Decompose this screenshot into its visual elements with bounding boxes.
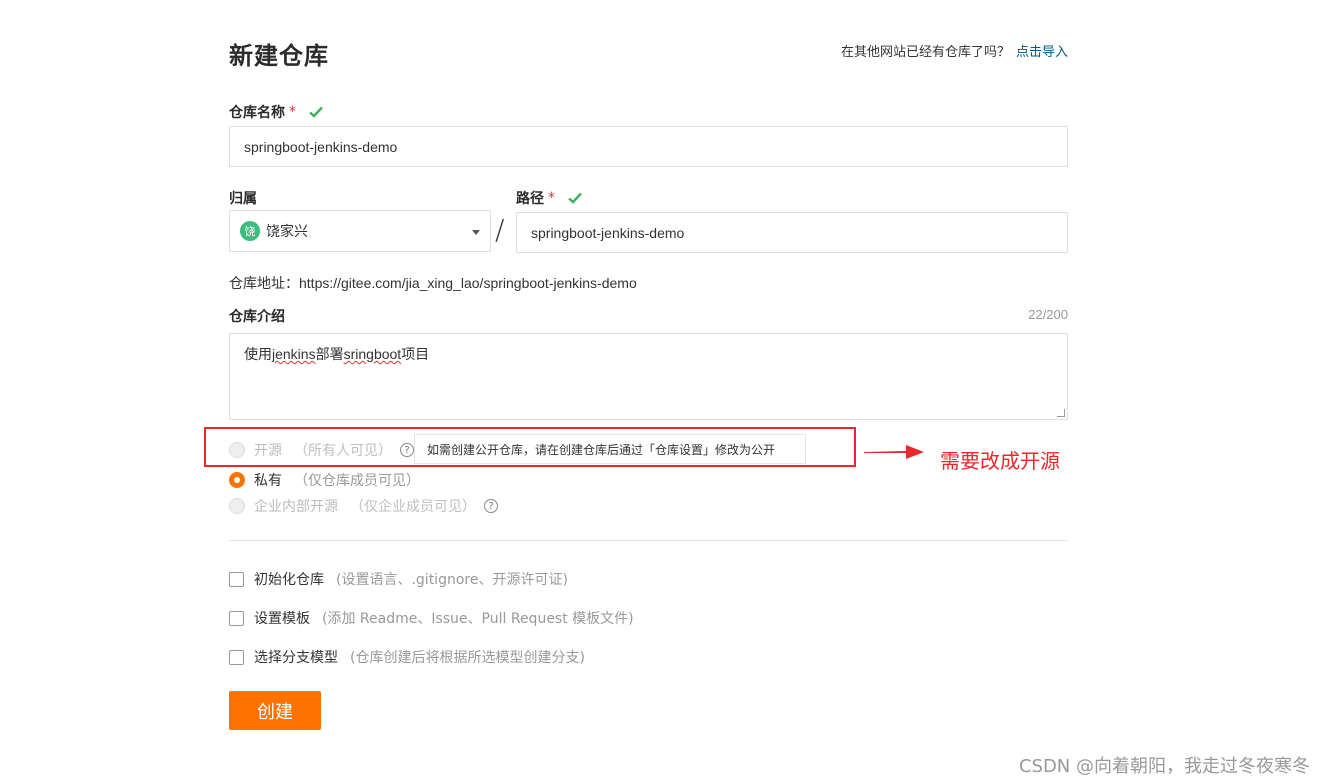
visibility-option-private[interactable]: 私有 （仅仓库成员可见） (229, 470, 420, 490)
option-hint: (设置语言、.gitignore、开源许可证) (336, 572, 568, 588)
checkbox[interactable] (229, 571, 244, 587)
required-mark: * (289, 104, 296, 120)
description-text: 使用 (244, 346, 272, 362)
annotation-highlight-box (204, 427, 856, 467)
option-hint: （仅企业成员可见） (350, 499, 476, 515)
create-button[interactable]: 创建 (229, 691, 321, 730)
import-text: 在其他网站已经有仓库了吗？ (840, 45, 1010, 60)
annotation-text: 需要改成开源 (940, 449, 1060, 473)
option-label: 选择分支模型 (254, 650, 338, 666)
repo-name-label: 仓库名称 * (229, 102, 324, 122)
option-init-repo[interactable]: 初始化仓库 (设置语言、.gitignore、开源许可证) (229, 569, 568, 589)
description-textarea[interactable]: 使用jenkins部署sringboot项目 (229, 333, 1068, 420)
path-separator: / (495, 213, 505, 246)
visibility-option-enterprise[interactable]: 企业内部开源 （仅企业成员可见） ? (229, 496, 498, 516)
import-link[interactable]: 点击导入 (1016, 45, 1068, 60)
page-title: 新建仓库 (229, 42, 329, 70)
radio-private[interactable] (229, 472, 245, 488)
path-label: 路径 * (516, 188, 583, 208)
resize-handle[interactable] (1057, 409, 1065, 417)
owner-label: 归属 (229, 191, 257, 207)
check-icon (309, 106, 323, 118)
option-hint: (仓库创建后将根据所选模型创建分支) (350, 650, 585, 666)
repo-address-value: https://gitee.com/jia_xing_lao/springboo… (299, 275, 637, 291)
description-label: 仓库介绍 (229, 309, 285, 325)
checkbox[interactable] (229, 649, 244, 665)
description-counter: 22/200 (1028, 307, 1068, 322)
option-label: 私有 (254, 473, 282, 489)
option-template[interactable]: 设置模板 (添加 Readme、Issue、Pull Request 模板文件) (229, 608, 634, 628)
owner-select[interactable]: 饶 饶家兴 (229, 210, 491, 252)
path-label-text: 路径 (516, 191, 544, 207)
avatar: 饶 (240, 221, 260, 241)
divider (229, 540, 1068, 541)
owner-value: 饶家兴 (266, 223, 308, 239)
caret-down-icon (472, 230, 480, 235)
option-hint: （仅仓库成员可见） (294, 473, 420, 489)
import-prompt: 在其他网站已经有仓库了吗？ 点击导入 (841, 41, 1068, 60)
description-text: sringboot (343, 346, 402, 362)
question-icon[interactable]: ? (484, 499, 498, 513)
required-mark: * (548, 190, 555, 206)
description-text: jenkins (272, 346, 316, 362)
option-label: 企业内部开源 (254, 499, 338, 515)
option-hint: (添加 Readme、Issue、Pull Request 模板文件) (322, 611, 634, 627)
option-label: 初始化仓库 (254, 572, 324, 588)
option-label: 设置模板 (254, 611, 310, 627)
radio-enterprise[interactable] (229, 498, 245, 514)
option-branch-model[interactable]: 选择分支模型 (仓库创建后将根据所选模型创建分支) (229, 647, 585, 667)
watermark: CSDN @向着朝阳，我走过冬夜寒冬 (1018, 756, 1310, 777)
description-text: 项目 (401, 346, 430, 362)
check-icon (568, 192, 582, 204)
description-text: 部署 (315, 346, 344, 362)
path-input[interactable]: springboot-jenkins-demo (516, 212, 1068, 253)
checkbox[interactable] (229, 610, 244, 626)
repo-address: 仓库地址：https://gitee.com/jia_xing_lao/spri… (229, 273, 637, 293)
repo-name-input[interactable]: springboot-jenkins-demo (229, 126, 1068, 167)
annotation-arrow-icon (864, 445, 924, 459)
repo-address-label: 仓库地址： (229, 275, 299, 291)
repo-name-label-text: 仓库名称 (229, 105, 285, 121)
